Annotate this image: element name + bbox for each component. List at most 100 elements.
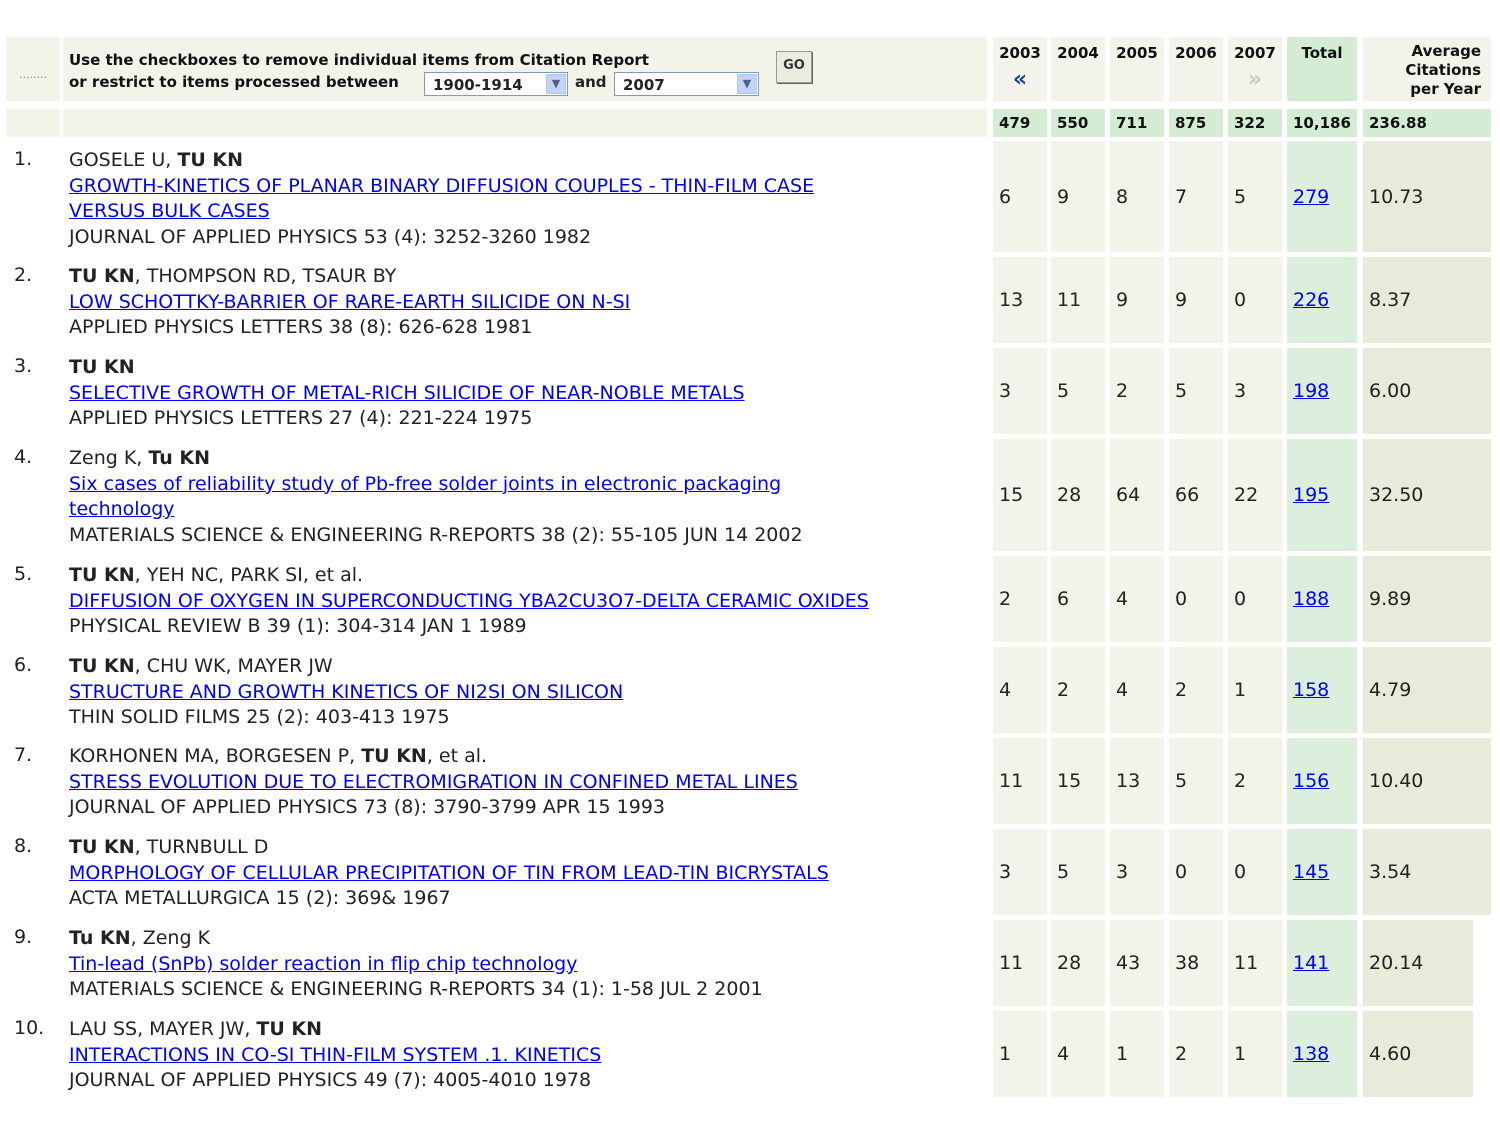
- title-link[interactable]: LOW SCHOTTKY-BARRIER OF RARE-EARTH SILIC…: [69, 291, 630, 313]
- year-citations: 4: [1110, 647, 1164, 733]
- title-link[interactable]: SELECTIVE GROWTH OF METAL-RICH SILICIDE …: [69, 382, 745, 404]
- title-link[interactable]: Tin-lead (SnPb) solder reaction in flip …: [69, 953, 577, 975]
- year-citations: 15: [993, 439, 1047, 551]
- title-link[interactable]: technology: [69, 498, 175, 520]
- from-year-value: 1900-1914: [433, 76, 523, 94]
- chevron-down-icon: ▼: [546, 74, 566, 94]
- year-citations: 0: [1169, 556, 1223, 642]
- source: MATERIALS SCIENCE & ENGINEERING R-REPORT…: [69, 978, 763, 1000]
- year-citations: 28: [1051, 439, 1105, 551]
- title-link[interactable]: Six cases of reliability study of Pb-fre…: [69, 473, 781, 495]
- title-link[interactable]: STRESS EVOLUTION DUE TO ELECTROMIGRATION…: [69, 771, 798, 793]
- publication: TU KN, THOMPSON RD, TSAUR BY LOW SCHOTTKY…: [69, 264, 630, 341]
- publication: TU KN SELECTIVE GROWTH OF METAL-RICH SILI…: [69, 355, 745, 432]
- total-citations-link[interactable]: 198: [1293, 380, 1329, 402]
- title-link[interactable]: STRUCTURE AND GROWTH KINETICS OF NI2SI O…: [69, 681, 623, 703]
- year-citations: 64: [1110, 439, 1164, 551]
- authors: Tu KN, Zeng K: [69, 926, 763, 952]
- total-2003: 479: [993, 109, 1047, 137]
- title-link[interactable]: GROWTH-KINETICS OF PLANAR BINARY DIFFUSI…: [69, 175, 814, 197]
- total-citations-cell: 188: [1287, 556, 1357, 642]
- total-citations-link[interactable]: 195: [1293, 484, 1329, 506]
- avg-label-3: per Year: [1410, 80, 1481, 98]
- year-citations: 5: [1228, 141, 1282, 252]
- from-year-select[interactable]: 1900-1914 ▼: [424, 72, 568, 96]
- title-link[interactable]: INTERACTIONS IN CO-SI THIN-FILM SYSTEM .…: [69, 1044, 601, 1066]
- author-highlight: TU KN: [69, 265, 135, 287]
- title-link[interactable]: MORPHOLOGY OF CELLULAR PRECIPITATION OF …: [69, 862, 829, 884]
- totals-spacer: [6, 109, 60, 137]
- total-citations-cell: 145: [1287, 829, 1357, 915]
- checkbox-column-header: ........: [6, 37, 60, 101]
- year-citations: 7: [1169, 141, 1223, 252]
- year-label: 2003: [999, 44, 1041, 62]
- year-citations: 9: [1051, 141, 1105, 252]
- authors-text: KORHONEN MA, BORGESEN P,: [69, 745, 362, 767]
- total-citations-link[interactable]: 138: [1293, 1043, 1329, 1065]
- total-citations-cell: 138: [1287, 1011, 1357, 1097]
- year-citations: 5: [1169, 348, 1223, 434]
- total-citations-link[interactable]: 188: [1293, 588, 1329, 610]
- authors: LAU SS, MAYER JW, TU KN: [69, 1017, 601, 1043]
- authors: KORHONEN MA, BORGESEN P, TU KN, et al.: [69, 744, 798, 770]
- year-citations: 3: [1228, 348, 1282, 434]
- year-citations: 2: [1169, 647, 1223, 733]
- source: ACTA METALLURGICA 15 (2): 369& 1967: [69, 887, 451, 909]
- year-label: 2005: [1116, 44, 1158, 62]
- year-citations: 66: [1169, 439, 1223, 551]
- publication: GOSELE U, TU KN GROWTH-KINETICS OF PLANAR…: [69, 148, 814, 250]
- year-citations: 1: [1228, 1011, 1282, 1097]
- year-citations: 11: [993, 738, 1047, 824]
- total-label: Total: [1301, 44, 1343, 62]
- authors: TU KN, THOMPSON RD, TSAUR BY: [69, 264, 630, 290]
- year-header-2005: 2005: [1110, 37, 1164, 101]
- chevron-down-icon: ▼: [737, 74, 757, 94]
- authors: Zeng K, Tu KN: [69, 446, 803, 472]
- avg-citations: 20.14: [1363, 920, 1473, 1006]
- title-link[interactable]: DIFFUSION OF OXYGEN IN SUPERCONDUCTING Y…: [69, 590, 869, 612]
- to-year-select[interactable]: 2007 ▼: [614, 72, 759, 96]
- author-highlight: TU KN: [69, 356, 135, 378]
- total-citations-link[interactable]: 226: [1293, 289, 1329, 311]
- source: JOURNAL OF APPLIED PHYSICS 49 (7): 4005-…: [69, 1069, 592, 1091]
- total-citations-cell: 158: [1287, 647, 1357, 733]
- authors-text: Zeng K,: [69, 447, 149, 469]
- source: APPLIED PHYSICS LETTERS 27 (4): 221-224 …: [69, 407, 533, 429]
- total-citations-link[interactable]: 156: [1293, 770, 1329, 792]
- total-citations-link[interactable]: 279: [1293, 186, 1329, 208]
- year-citations: 2: [1169, 1011, 1223, 1097]
- year-citations: 3: [993, 348, 1047, 434]
- author-highlight: Tu KN: [69, 927, 131, 949]
- row-number: 7.: [14, 744, 33, 766]
- avg-citations: 10.73: [1363, 141, 1491, 252]
- double-left-arrow-icon[interactable]: «: [993, 67, 1047, 92]
- author-highlight: TU KN: [69, 564, 135, 586]
- year-citations: 5: [1169, 738, 1223, 824]
- source: JOURNAL OF APPLIED PHYSICS 73 (8): 3790-…: [69, 796, 666, 818]
- authors: TU KN, TURNBULL D: [69, 835, 829, 861]
- instruction-line-2: or restrict to items processed between: [69, 73, 399, 91]
- totals-spacer: [63, 109, 987, 137]
- author-highlight: TU KN: [177, 149, 243, 171]
- title-link[interactable]: VERSUS BULK CASES: [69, 200, 270, 222]
- year-citations: 2: [1228, 738, 1282, 824]
- authors-text: GOSELE U,: [69, 149, 178, 171]
- total-citations-cell: 156: [1287, 738, 1357, 824]
- year-citations: 9: [1169, 257, 1223, 343]
- authors-text: LAU SS, MAYER JW,: [69, 1018, 257, 1040]
- restrict-panel: Use the checkboxes to remove individual …: [63, 37, 987, 101]
- go-button[interactable]: GO: [776, 51, 812, 83]
- source: PHYSICAL REVIEW B 39 (1): 304-314 JAN 1 …: [69, 615, 527, 637]
- year-citations: 13: [993, 257, 1047, 343]
- total-citations-link[interactable]: 145: [1293, 861, 1329, 883]
- publication: Zeng K, Tu KN Six cases of reliability st…: [69, 446, 803, 548]
- total-citations-link[interactable]: 141: [1293, 952, 1329, 974]
- total-citations-link[interactable]: 158: [1293, 679, 1329, 701]
- year-label: 2004: [1057, 44, 1099, 62]
- year-label: 2007: [1234, 44, 1276, 62]
- avg-citations: 6.00: [1363, 348, 1491, 434]
- total-2007: 322: [1228, 109, 1282, 137]
- year-citations: 6: [993, 141, 1047, 252]
- year-citations: 0: [1228, 829, 1282, 915]
- dots-label: ........: [19, 68, 47, 81]
